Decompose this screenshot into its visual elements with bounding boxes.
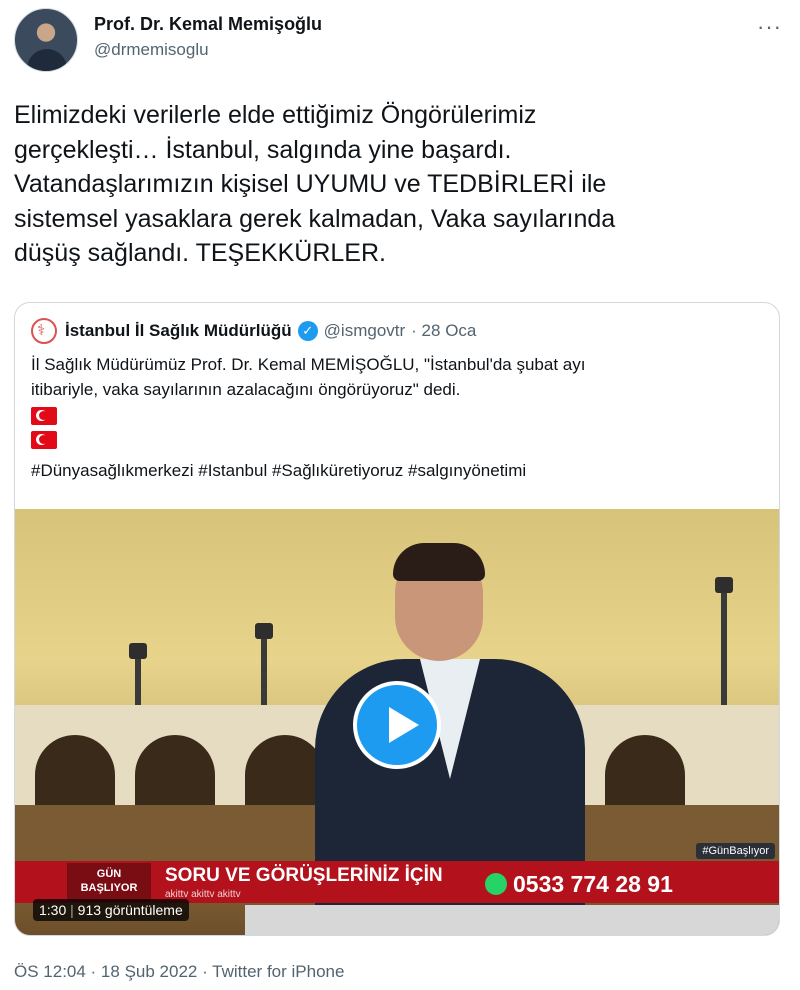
quoted-tweet[interactable]: İstanbul İl Sağlık Müdürlüğü ✓ @ismgovtr… [14,302,780,936]
flag-emojis [31,401,57,455]
quoted-hashtags[interactable]: #Dünyasağlıkmerkezi #Istanbul #Sağlıküre… [31,461,526,481]
quoted-text: İl Sağlık Müdürümüz Prof. Dr. Kemal MEMİ… [31,355,586,399]
lamp-post [255,623,273,705]
studio-desk [245,905,779,935]
presenter-hair [393,543,485,581]
play-button-icon[interactable] [353,681,441,769]
turkey-flag-icon [31,407,57,425]
author-handle[interactable]: @drmemisoglu [94,40,209,60]
quoted-date[interactable]: · 28 Oca [411,321,476,341]
whatsapp-icon [485,873,507,895]
tweet-timestamp[interactable]: ÖS 12:04 · 18 Şub 2022 · Twitter for iPh… [14,962,344,982]
video-duration: 1:30 [39,902,67,918]
quoted-header: İstanbul İl Sağlık Müdürlüğü ✓ @ismgovtr… [31,317,476,345]
channel-hashtag: #GünBaşlıyor [696,843,775,859]
lamp-post [715,577,733,705]
turkey-flag-icon [31,431,57,449]
quoted-author-handle[interactable]: @ismgovtr [324,321,406,341]
ticker-phone: 0533 774 28 91 [485,871,673,898]
more-icon[interactable]: ··· [757,14,782,40]
ministry-logo-icon [31,318,57,344]
video-player[interactable]: #GünBaşlıyor GÜN BAŞLIYOR SORU VE GÖRÜŞL… [15,509,779,935]
verified-badge-icon: ✓ [297,321,318,341]
lamp-post [129,643,147,705]
tweet-text: Elimizdeki verilerle elde ettiğimiz Öngö… [14,101,616,267]
ticker-phone-number: 0533 774 28 91 [513,871,673,897]
tweet-header: Prof. Dr. Kemal Memişoğlu @drmemisoglu ·… [14,8,786,72]
video-stats-badge: 1:30 | 913 görüntüleme [33,899,189,921]
ticker-headline: SORU VE GÖRÜŞLERİNİZ İÇİN [165,865,443,886]
author-avatar[interactable] [14,8,78,72]
show-logo: GÜN BAŞLIYOR [67,863,151,901]
quoted-author-name[interactable]: İstanbul İl Sağlık Müdürlüğü [65,321,292,341]
video-views: 913 görüntüleme [77,902,183,918]
author-name[interactable]: Prof. Dr. Kemal Memişoğlu [94,14,322,35]
